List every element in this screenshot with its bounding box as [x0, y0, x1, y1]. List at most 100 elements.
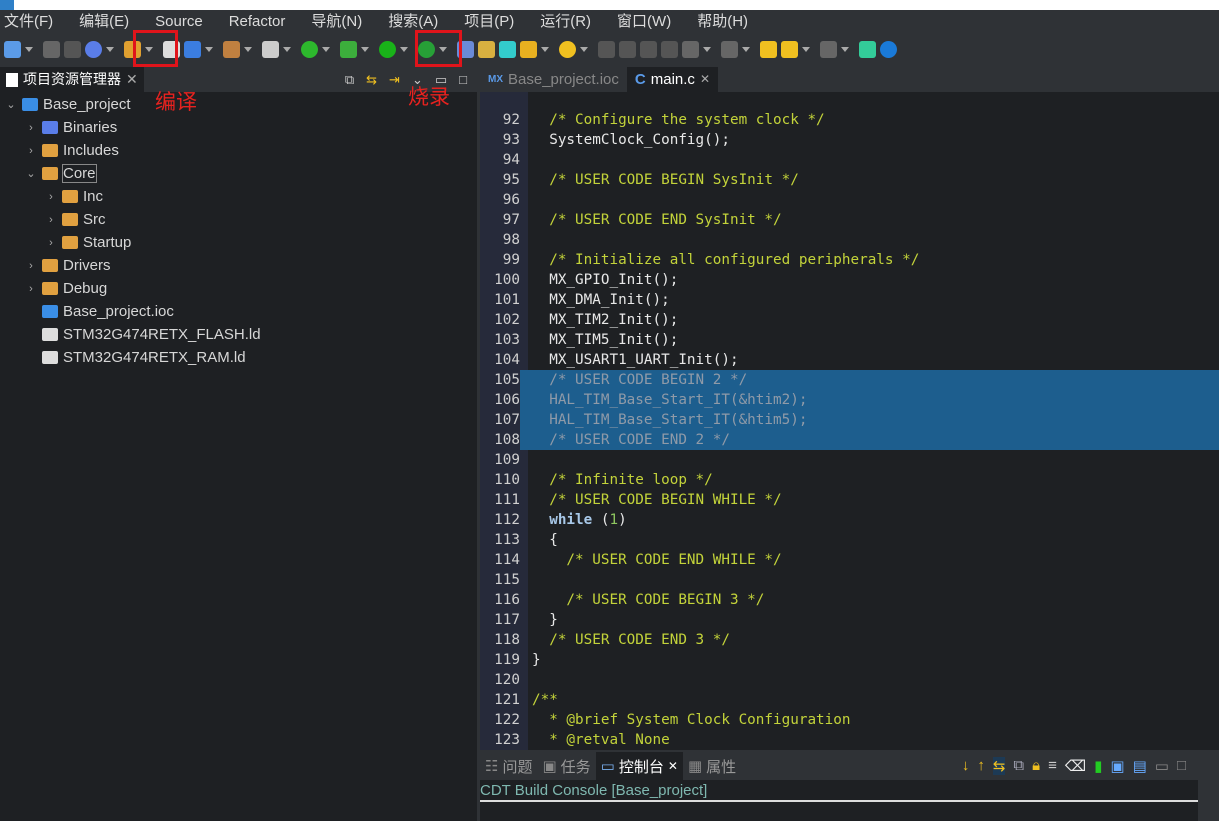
chevron-icon[interactable]: › — [24, 145, 38, 157]
scroll-lock-icon[interactable]: ⇆ — [992, 757, 1006, 775]
tree-item[interactable]: STM32G474RETX_FLASH.ld — [0, 323, 477, 346]
open-folder-icon[interactable] — [520, 40, 537, 58]
tree-item[interactable]: › Includes — [0, 139, 477, 162]
last-edit-icon[interactable] — [760, 40, 777, 58]
display-console-icon[interactable]: ▣ — [1110, 757, 1124, 775]
code-editor[interactable]: MX Base_project.ioc Cmain.c ✕ 92 /* Configu… — [480, 67, 1219, 750]
c-project-dropdown[interactable] — [322, 46, 330, 52]
code-line: 102 MX_TIM2_Init(); — [480, 310, 1219, 330]
chevron-icon[interactable]: › — [44, 191, 58, 203]
minimize-icon[interactable]: ▭ — [1155, 757, 1169, 775]
source-folder-dropdown[interactable] — [205, 46, 213, 52]
tree-item[interactable]: ⌄ Base_project — [0, 93, 477, 116]
maximize-icon[interactable]: □ — [459, 72, 467, 88]
tree-item[interactable]: › Inc — [0, 185, 477, 208]
project-tree: ⌄ Base_project › Binaries › Includes ⌄ Core › Inc… — [0, 92, 477, 369]
word-wrap-icon[interactable]: ≡ — [1048, 757, 1057, 775]
chevron-icon[interactable]: › — [24, 260, 38, 272]
perspective-icon[interactable] — [859, 40, 876, 58]
link-editor-icon[interactable]: ⇆ — [366, 72, 377, 88]
tree-item[interactable]: Base_project.ioc — [0, 300, 477, 323]
copy-icon[interactable]: ⧉ — [1013, 757, 1024, 775]
tree-item[interactable]: › Startup — [0, 231, 477, 254]
menu-item[interactable]: 文件(F) — [0, 10, 53, 33]
new-icon[interactable] — [4, 40, 21, 58]
annotation-dropdown[interactable] — [703, 46, 711, 52]
forward-arrow-icon[interactable] — [820, 40, 837, 58]
search-dropdown[interactable] — [580, 46, 588, 52]
back-dropdown[interactable] — [802, 46, 810, 52]
pin-console-icon[interactable]: ▮ — [1094, 757, 1102, 775]
prev-annotation-icon[interactable] — [721, 40, 738, 58]
bottom-tab[interactable]: ▦ 属性 — [683, 752, 741, 780]
block-select-icon[interactable] — [640, 40, 657, 58]
chevron-icon[interactable]: ⌄ — [24, 167, 38, 180]
run-icon[interactable] — [379, 40, 396, 58]
mark-icon[interactable] — [598, 40, 615, 58]
save-icon[interactable] — [43, 40, 60, 58]
bottom-tab[interactable]: ☷ 问题 — [480, 752, 537, 780]
menu-item[interactable]: 运行(R) — [536, 10, 591, 33]
annotation-icon[interactable] — [682, 40, 699, 58]
menu-item[interactable]: 项目(P) — [460, 10, 514, 33]
chevron-icon[interactable]: › — [44, 214, 58, 226]
tree-item[interactable]: ⌄ Core — [0, 162, 477, 185]
device-icon[interactable] — [478, 40, 495, 58]
connect-icon[interactable] — [499, 40, 516, 58]
chevron-icon[interactable]: › — [44, 237, 58, 249]
compass-dropdown[interactable] — [106, 46, 114, 52]
info-icon[interactable] — [880, 40, 897, 58]
new-console-icon[interactable]: ▤ — [1133, 757, 1147, 775]
line-text: HAL_TIM_Base_Start_IT(&htim5); — [520, 410, 1219, 430]
project-explorer-tab[interactable]: 项目资源管理器 ✕ — [0, 67, 144, 92]
bottom-tab[interactable]: ▣ 任务 — [537, 752, 595, 780]
file-dropdown[interactable] — [283, 46, 291, 52]
new-c-project-icon[interactable] — [301, 40, 318, 58]
tree-item[interactable]: › Src — [0, 208, 477, 231]
menu-item[interactable]: Refactor — [225, 10, 286, 33]
chevron-icon[interactable]: ⌄ — [4, 98, 18, 111]
word-wrap-icon[interactable] — [619, 40, 636, 58]
menu-item[interactable]: 帮助(H) — [693, 10, 748, 33]
code-lines[interactable]: 92 /* Configure the system clock */93 Sy… — [480, 110, 1219, 750]
whitespace-icon[interactable] — [661, 40, 678, 58]
new-dropdown[interactable] — [25, 46, 33, 52]
class-dropdown[interactable] — [244, 46, 252, 52]
chevron-icon[interactable]: › — [24, 122, 38, 134]
new-source-folder-icon[interactable] — [184, 40, 201, 58]
menu-item[interactable]: 导航(N) — [307, 10, 362, 33]
chevron-icon[interactable]: › — [24, 283, 38, 295]
menu-item[interactable]: 窗口(W) — [613, 10, 671, 33]
save-all-icon[interactable] — [64, 40, 81, 58]
clear-console-icon[interactable]: ⌫ — [1065, 757, 1086, 775]
editor-tab[interactable]: Cmain.c ✕ — [626, 67, 718, 92]
prev-annotation-dropdown[interactable] — [742, 46, 750, 52]
forward-dropdown[interactable] — [841, 46, 849, 52]
debug-bug-icon[interactable] — [340, 40, 357, 58]
code-token: /** — [532, 692, 558, 708]
scroll-up-icon[interactable]: ↑ — [977, 757, 985, 775]
run-dropdown[interactable] — [400, 46, 408, 52]
new-class-icon[interactable] — [223, 40, 240, 58]
close-icon[interactable]: ✕ — [668, 759, 678, 773]
collapse-all-icon[interactable]: ⧉ — [345, 72, 354, 88]
scroll-down-icon[interactable]: ↓ — [962, 757, 970, 775]
tree-item[interactable]: STM32G474RETX_RAM.ld — [0, 346, 477, 369]
editor-tab[interactable]: MX Base_project.ioc — [480, 67, 627, 92]
new-file-icon[interactable] — [262, 40, 279, 58]
tree-item[interactable]: › Debug — [0, 277, 477, 300]
tree-item[interactable]: › Drivers — [0, 254, 477, 277]
maximize-icon[interactable]: □ — [1177, 757, 1186, 775]
close-icon[interactable]: ✕ — [126, 67, 138, 92]
tree-item[interactable]: › Binaries — [0, 116, 477, 139]
back-arrow-icon[interactable] — [781, 40, 798, 58]
pin-lock-icon[interactable]: 🔒︎ — [1032, 757, 1040, 775]
compass-icon[interactable] — [85, 40, 102, 58]
bottom-tab[interactable]: ▭ 控制台 ✕ — [595, 752, 683, 780]
close-icon[interactable]: ✕ — [700, 67, 710, 92]
search-icon[interactable] — [559, 40, 576, 58]
folder-dropdown[interactable] — [541, 46, 549, 52]
filter-icon[interactable]: ⇥ — [389, 72, 400, 88]
menu-item[interactable]: 编辑(E) — [75, 10, 129, 33]
debug-dropdown[interactable] — [361, 46, 369, 52]
